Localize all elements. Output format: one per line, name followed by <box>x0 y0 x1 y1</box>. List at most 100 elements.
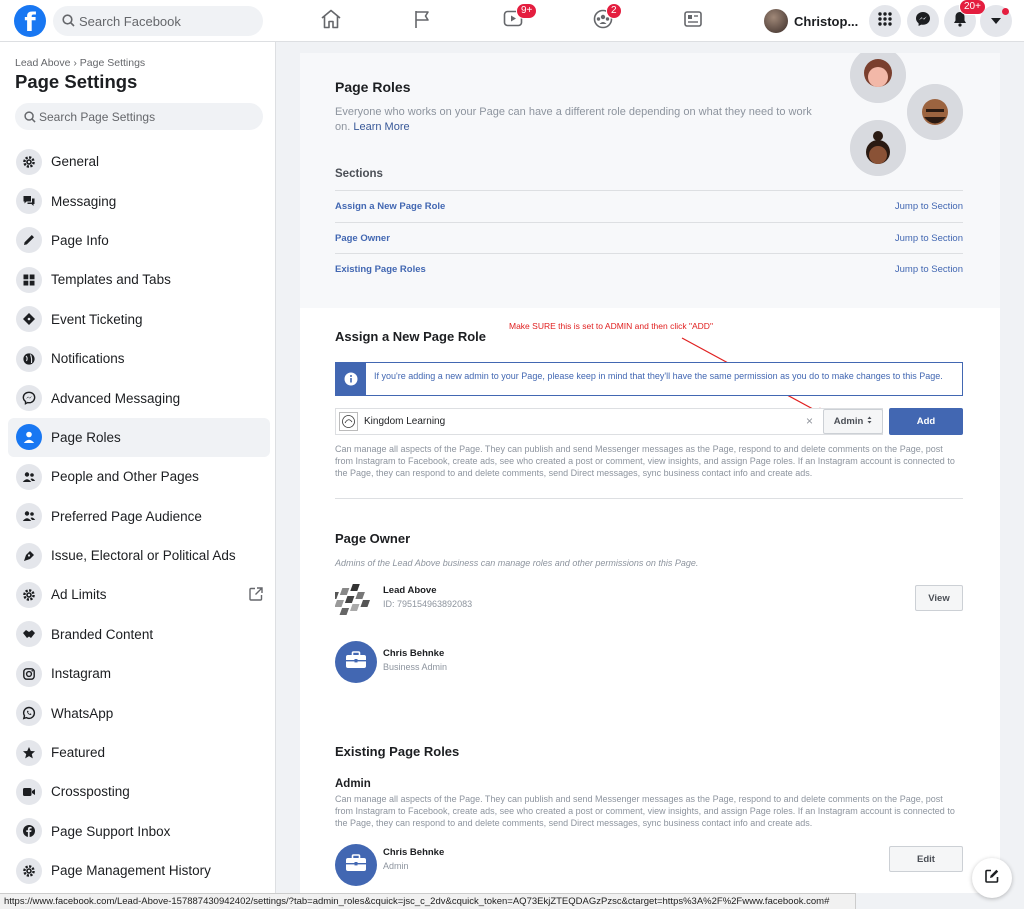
facebook-logo[interactable]: f <box>14 5 46 37</box>
handshake-icon <box>16 621 42 648</box>
account-button[interactable] <box>980 5 1012 37</box>
gear-icon <box>16 857 42 884</box>
watch-nav-button[interactable]: 9+ <box>493 3 538 38</box>
sidebar-item-branded-content[interactable]: Branded Content <box>8 615 270 654</box>
sidebar-item-preferred-page-audience[interactable]: Preferred Page Audience <box>8 497 270 536</box>
sidebar-item-general[interactable]: General <box>8 142 270 181</box>
messenger-button[interactable] <box>907 5 939 37</box>
gear-icon <box>16 148 42 175</box>
sidebar-item-page-roles[interactable]: Page Roles <box>8 417 270 458</box>
section-link-owner[interactable]: Page Owner <box>335 233 390 244</box>
sidebar-item-notifications[interactable]: Notifications <box>8 339 270 378</box>
newsfeed-icon <box>683 10 703 33</box>
jump-to-section-link[interactable]: Jump to Section <box>895 264 963 275</box>
sidebar-item-ad-limits[interactable]: Ad Limits <box>8 575 270 614</box>
existing-admin-description: Can manage all aspects of the Page. They… <box>335 794 955 828</box>
profile-button[interactable]: Christop... <box>764 7 858 35</box>
sidebar-item-people-and-other-pages[interactable]: People and Other Pages <box>8 457 270 496</box>
section-row: Assign a New Page Role Jump to Section <box>335 190 963 222</box>
admin-person-name[interactable]: Chris Behnke <box>383 847 444 858</box>
pages-nav-button[interactable] <box>402 4 442 38</box>
sidebar-item-label: WhatsApp <box>51 705 114 721</box>
profile-name: Christop... <box>794 13 859 29</box>
new-message-button[interactable] <box>972 858 1012 898</box>
sidebar-item-instagram[interactable]: Instagram <box>8 654 270 693</box>
business-name[interactable]: Lead Above <box>383 585 437 596</box>
facebook-search-input[interactable] <box>79 6 259 36</box>
section-link-existing[interactable]: Existing Page Roles <box>335 264 426 275</box>
sidebar-item-page-support-inbox[interactable]: Page Support Inbox <box>8 812 270 851</box>
sidebar-item-label: Instagram <box>51 666 112 682</box>
sidebar-item-issue-electoral-political-ads[interactable]: Issue, Electoral or Political Ads <box>8 536 270 575</box>
jump-to-section-link[interactable]: Jump to Section <box>895 201 963 212</box>
settings-sidebar: Lead Above › Page Settings Page Settings… <box>0 42 276 893</box>
admin-role-description: Can manage all aspects of the Page. They… <box>335 444 955 478</box>
home-icon <box>320 9 342 34</box>
messenger-icon <box>16 385 42 412</box>
page-roles-description: Everyone who works on your Page can have… <box>335 105 825 135</box>
info-icon <box>336 363 366 395</box>
sidebar-item-event-ticketing[interactable]: Event Ticketing <box>8 300 270 339</box>
groups-nav-button[interactable]: 2 <box>583 3 623 38</box>
sidebar-item-label: Page Roles <box>51 429 121 445</box>
view-button[interactable]: View <box>915 585 963 611</box>
groups-badge: 2 <box>606 3 622 19</box>
role-select-value: Admin <box>833 416 864 427</box>
sidebar-item-featured[interactable]: Featured <box>8 733 270 772</box>
sidebar-item-page-management-history[interactable]: Page Management History <box>8 851 270 890</box>
pencil-icon <box>16 227 42 254</box>
sections-heading: Sections <box>335 168 383 180</box>
learn-more-link[interactable]: Learn More <box>353 121 409 133</box>
page-roles-panel: Page Roles Everyone who works on your Pa… <box>300 53 1000 893</box>
clear-icon[interactable]: × <box>806 414 813 428</box>
sidebar-item-label: Messaging <box>51 193 117 209</box>
briefcase-icon <box>345 650 367 674</box>
sidebar-item-templates-and-tabs[interactable]: Templates and Tabs <box>8 260 270 299</box>
sidebar-item-label: Event Ticketing <box>51 311 143 327</box>
jump-to-section-link[interactable]: Jump to Section <box>895 233 963 244</box>
add-button[interactable]: Add <box>889 408 963 435</box>
illustration-avatar <box>850 120 906 176</box>
page-roles-title: Page Roles <box>335 79 411 95</box>
admin-role-heading: Admin <box>335 778 371 790</box>
edit-button[interactable]: Edit <box>889 846 963 872</box>
search-icon <box>24 110 36 128</box>
breadcrumb[interactable]: Lead Above › Page Settings <box>15 57 145 69</box>
watch-badge: 9+ <box>516 3 538 19</box>
section-link-assign[interactable]: Assign a New Page Role <box>335 201 445 212</box>
menu-button[interactable] <box>869 5 901 37</box>
person-search-input[interactable]: Kingdom Learning × <box>335 408 883 435</box>
sidebar-item-label: Page Support Inbox <box>51 823 171 839</box>
person-input-value: Kingdom Learning <box>364 416 446 427</box>
sidebar-item-crossposting[interactable]: Crossposting <box>8 772 270 811</box>
briefcase-icon <box>345 853 367 877</box>
ticket-icon <box>16 306 42 333</box>
business-admin-role: Business Admin <box>383 662 448 672</box>
role-select[interactable]: Admin <box>823 409 883 434</box>
sidebar-item-advanced-messaging[interactable]: Advanced Messaging <box>8 378 270 417</box>
settings-search-input[interactable] <box>39 103 254 130</box>
sidebar-item-messaging[interactable]: Messaging <box>8 181 270 220</box>
star-icon <box>16 739 42 766</box>
home-nav-button[interactable] <box>311 4 351 38</box>
sidebar-item-whatsapp[interactable]: WhatsApp <box>8 693 270 732</box>
video-icon <box>16 778 42 805</box>
messenger-icon <box>915 11 931 32</box>
notifications-button[interactable]: 20+ <box>944 0 986 37</box>
apps-grid-icon <box>878 11 892 31</box>
page-title: Page Settings <box>15 71 138 92</box>
sidebar-item-label: Page Management History <box>51 863 211 879</box>
gaming-nav-button[interactable] <box>673 4 713 38</box>
business-logo <box>329 578 377 620</box>
browser-status-bar: https://www.facebook.com/Lead-Above-1578… <box>0 893 856 909</box>
illustration-avatar <box>907 84 963 140</box>
caret-down-icon <box>990 12 1002 30</box>
business-admin-name[interactable]: Chris Behnke <box>383 648 444 659</box>
avatar <box>764 9 788 33</box>
sidebar-item-page-info[interactable]: Page Info <box>8 221 270 260</box>
section-row: Page Owner Jump to Section <box>335 221 963 254</box>
globe-icon <box>16 345 42 372</box>
divider <box>335 498 963 499</box>
page-owner-title: Page Owner <box>335 531 411 546</box>
settings-search <box>15 103 263 130</box>
